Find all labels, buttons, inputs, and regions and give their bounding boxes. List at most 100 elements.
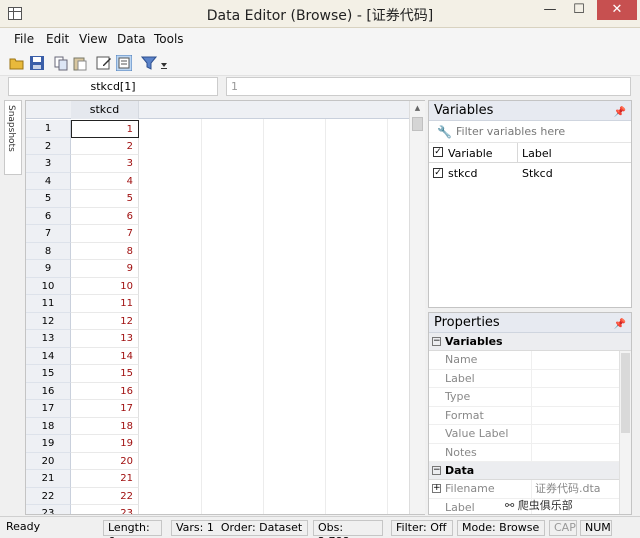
data-cell[interactable]: 9 [71, 260, 139, 278]
filter-variables-input[interactable]: Filter variables here [456, 125, 565, 138]
row-header[interactable]: 7 [26, 225, 71, 243]
variable-checkbox[interactable]: ✓ [433, 168, 443, 178]
menu-data[interactable]: Data [117, 32, 146, 46]
label-column-header[interactable]: Label [522, 147, 552, 160]
menu-tools[interactable]: Tools [154, 32, 184, 46]
data-cell[interactable]: 19 [71, 435, 139, 453]
data-cell[interactable]: 17 [71, 400, 139, 418]
data-cell[interactable]: 8 [71, 242, 139, 260]
row-header[interactable]: 12 [26, 312, 71, 330]
cell-value-input[interactable]: 1 [226, 77, 631, 96]
status-ready: Ready [6, 520, 41, 533]
variable-column-header[interactable]: Variable [448, 147, 493, 160]
variables-title-text: Variables [434, 103, 494, 118]
property-divider [531, 443, 532, 461]
row-header[interactable]: 21 [26, 470, 71, 488]
data-grid[interactable]: stkcd 1 1 2 2 3 3 4 4 5 5 6 6 7 7 8 8 9 9 10 10 11 11 12 12 13 13… [25, 100, 425, 515]
data-cell[interactable]: 22 [71, 487, 139, 505]
pin-icon[interactable]: 📌 [614, 103, 626, 123]
properties-scrollbar[interactable] [619, 351, 631, 514]
maximize-button[interactable]: ☐ [567, 0, 591, 20]
row-header[interactable]: 14 [26, 347, 71, 365]
row-header[interactable]: 22 [26, 487, 71, 505]
row-header[interactable]: 10 [26, 277, 71, 295]
data-cell[interactable]: 2 [71, 137, 139, 155]
data-cell[interactable]: 23 [71, 505, 139, 514]
property-row[interactable]: Format [429, 406, 631, 425]
minimize-button[interactable]: — [538, 0, 562, 20]
filter-icon[interactable] [141, 55, 157, 71]
data-cell[interactable]: 18 [71, 417, 139, 435]
snapshots-tab[interactable]: Snapshots [4, 100, 22, 175]
properties-section-data[interactable]: − Data [429, 462, 631, 480]
edit-mode-icon[interactable] [96, 55, 112, 71]
collapse-icon[interactable]: − [432, 337, 441, 346]
row-header[interactable]: 4 [26, 172, 71, 190]
data-cell[interactable]: 13 [71, 330, 139, 348]
property-row[interactable]: Value Label [429, 425, 631, 444]
cell-name-box[interactable]: stkcd[1] [8, 77, 218, 96]
row-header[interactable]: 9 [26, 260, 71, 278]
data-cell[interactable]: 10 [71, 277, 139, 295]
row-header[interactable]: 8 [26, 242, 71, 260]
data-cell[interactable]: 11 [71, 295, 139, 313]
row-header[interactable]: 20 [26, 452, 71, 470]
row-header[interactable]: 18 [26, 417, 71, 435]
close-button[interactable]: ✕ [597, 0, 637, 20]
status-filter: Filter: Off [391, 520, 453, 536]
row-header[interactable]: 16 [26, 382, 71, 400]
filter-dropdown-icon[interactable] [159, 55, 169, 71]
row-header[interactable]: 1 [26, 120, 71, 138]
scroll-thumb[interactable] [412, 117, 423, 131]
data-cell[interactable]: 16 [71, 382, 139, 400]
data-cell[interactable]: 5 [71, 190, 139, 208]
variables-filter[interactable]: 🔧 Filter variables here [429, 121, 631, 143]
variable-row[interactable]: ✓ stkcd Stkcd [429, 163, 631, 183]
open-icon[interactable] [9, 55, 25, 71]
row-header[interactable]: 15 [26, 365, 71, 383]
menu-edit[interactable]: Edit [46, 32, 69, 46]
expand-icon[interactable]: + [432, 484, 441, 493]
menu-view[interactable]: View [79, 32, 107, 46]
scroll-up-icon[interactable]: ▲ [410, 101, 425, 116]
data-cell[interactable]: 20 [71, 452, 139, 470]
row-header[interactable]: 13 [26, 330, 71, 348]
row-header[interactable]: 2 [26, 137, 71, 155]
properties-section-variables[interactable]: − Variables [429, 333, 631, 351]
status-bar: Ready Length: 6 Vars: 1 Order: Dataset O… [0, 516, 640, 538]
row-header[interactable]: 5 [26, 190, 71, 208]
data-cell[interactable]: 3 [71, 155, 139, 173]
column-header-stkcd[interactable]: stkcd [71, 101, 139, 119]
pin-icon[interactable]: 📌 [614, 315, 626, 335]
property-row[interactable]: Label [429, 369, 631, 388]
menu-file[interactable]: File [14, 32, 34, 46]
data-cell[interactable]: 7 [71, 225, 139, 243]
property-row[interactable]: Notes [429, 443, 631, 462]
scroll-thumb[interactable] [621, 353, 630, 433]
browse-mode-icon[interactable] [116, 55, 132, 71]
data-cell[interactable]: 21 [71, 470, 139, 488]
data-cell[interactable]: 14 [71, 347, 139, 365]
property-row[interactable]: Type [429, 388, 631, 407]
data-cell[interactable]: 4 [71, 172, 139, 190]
row-header[interactable]: 19 [26, 435, 71, 453]
row-header[interactable]: 6 [26, 207, 71, 225]
row-header[interactable]: 17 [26, 400, 71, 418]
property-divider [531, 369, 532, 387]
save-icon[interactable] [29, 55, 45, 71]
property-row[interactable]: Name [429, 351, 631, 370]
select-all-checkbox[interactable]: ✓ [433, 147, 443, 157]
data-cell[interactable]: 15 [71, 365, 139, 383]
row-header[interactable]: 3 [26, 155, 71, 173]
property-divider [531, 480, 532, 498]
grid-vertical-scrollbar[interactable]: ▲ [409, 101, 425, 514]
copy-icon[interactable] [53, 55, 69, 71]
active-cell[interactable]: 1 [71, 120, 139, 138]
data-cell[interactable]: 12 [71, 312, 139, 330]
row-header[interactable]: 23 [26, 505, 71, 514]
property-row[interactable]: + Filename 证券代码.dta [429, 480, 631, 499]
collapse-icon[interactable]: − [432, 466, 441, 475]
row-header[interactable]: 11 [26, 295, 71, 313]
data-cell[interactable]: 6 [71, 207, 139, 225]
paste-icon[interactable] [72, 55, 88, 71]
